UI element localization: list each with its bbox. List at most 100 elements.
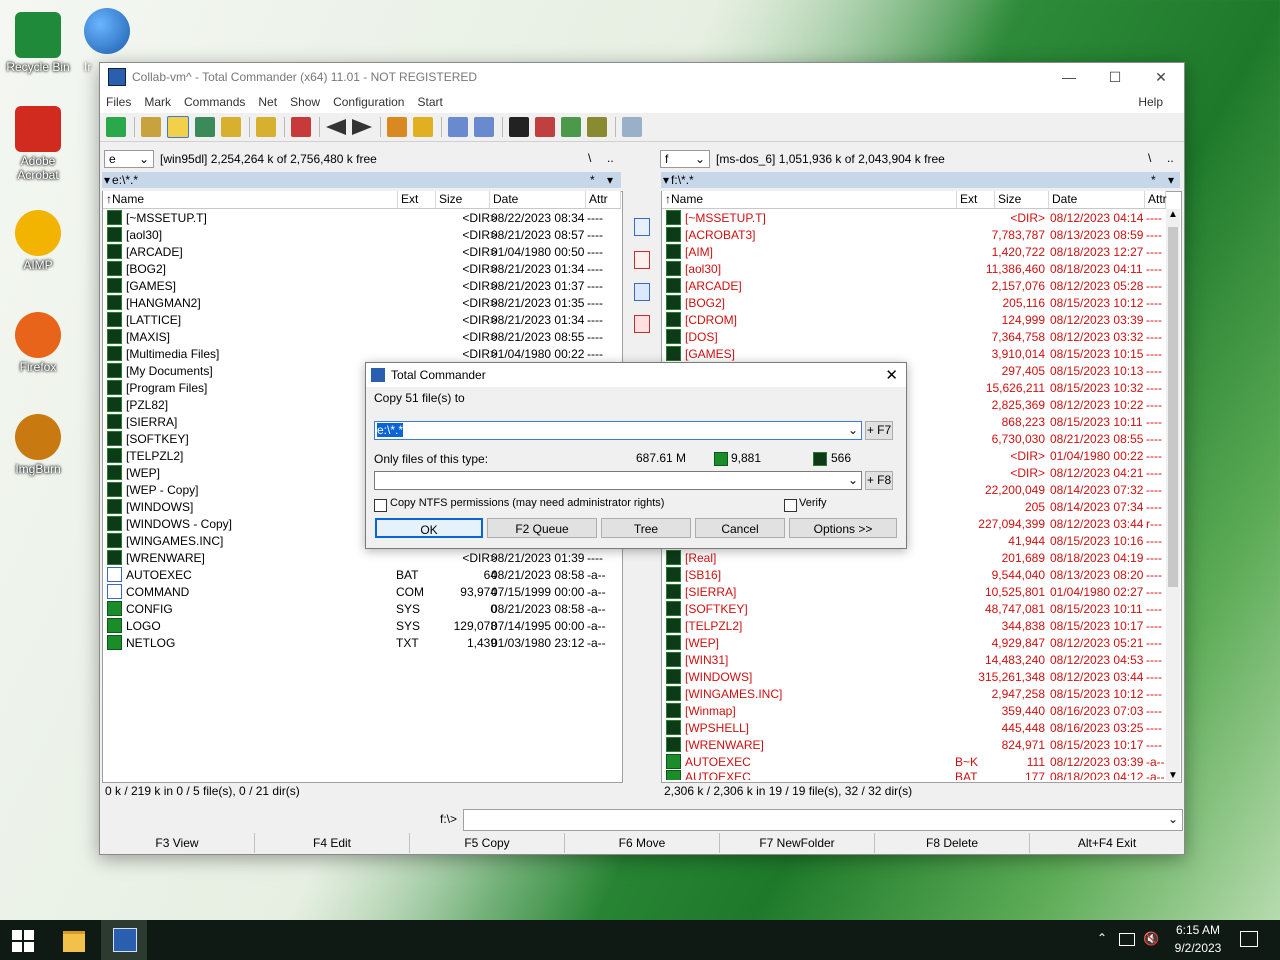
- table-row[interactable]: [Winmap] 359,440 08/16/2023 07:03 ----: [662, 702, 1166, 719]
- refresh-icon[interactable]: [106, 117, 126, 137]
- table-row[interactable]: NETLOG TXT 1,439 01/03/1980 23:12 -a--: [103, 634, 621, 651]
- plus-f7-button[interactable]: + F7: [865, 421, 893, 440]
- table-row[interactable]: [WRENWARE] <DIR> 08/21/2023 01:39 ----: [103, 549, 621, 566]
- table-row[interactable]: [HANGMAN2] <DIR> 08/21/2023 01:35 ----: [103, 294, 621, 311]
- binoculars-icon[interactable]: [509, 117, 529, 137]
- table-row[interactable]: [GAMES] 3,910,014 08/15/2023 10:15 ----: [662, 345, 1166, 362]
- chevron-up-icon[interactable]: ⌃: [1097, 931, 1107, 945]
- table-row[interactable]: [WPSHELL] 445,448 08/16/2023 03:25 ----: [662, 719, 1166, 736]
- table-row[interactable]: [ACROBAT3] 7,783,787 08/13/2023 08:59 ----: [662, 226, 1166, 243]
- dialog-title-bar[interactable]: Total Commander ✕: [366, 363, 906, 387]
- table-row[interactable]: [~MSSETUP.T] <DIR> 08/12/2023 04:14 ----: [662, 209, 1166, 226]
- command-line-input[interactable]: ⌄: [463, 809, 1183, 831]
- menu-help[interactable]: Help: [1138, 95, 1163, 109]
- move-file-icon[interactable]: [634, 315, 650, 333]
- title-bar[interactable]: Collab-vm^ - Total Commander (x64) 11.01…: [100, 63, 1184, 91]
- desktop-icon-2[interactable]: AIMP: [0, 210, 76, 272]
- chevron-down-icon[interactable]: ⌄: [848, 423, 858, 437]
- f7-newfolder-button[interactable]: F7 NewFolder: [720, 833, 875, 853]
- chevron-down-icon[interactable]: ⌄: [848, 473, 858, 487]
- edit-file-icon[interactable]: [634, 251, 650, 269]
- table-row[interactable]: [ARCADE] 2,157,076 08/12/2023 05:28 ----: [662, 277, 1166, 294]
- right-col-ext[interactable]: Ext: [957, 191, 995, 208]
- volume-muted-icon[interactable]: 🔇: [1143, 931, 1159, 947]
- right-col-name[interactable]: ↑Name: [662, 191, 957, 208]
- target-path-input[interactable]: e:\*.* ⌄: [374, 421, 862, 440]
- scroll-thumb[interactable]: [1168, 227, 1178, 587]
- f6-move-button[interactable]: F6 Move: [565, 833, 720, 853]
- tree-button[interactable]: Tree: [601, 518, 691, 538]
- table-row[interactable]: [BOG2] 205,116 08/15/2023 10:12 ----: [662, 294, 1166, 311]
- table-row[interactable]: [CDROM] 124,999 08/12/2023 03:39 ----: [662, 311, 1166, 328]
- table-row[interactable]: CONFIG SYS 0 08/21/2023 08:58 -a--: [103, 600, 621, 617]
- table-row[interactable]: [WEP] 4,929,847 08/12/2023 05:21 ----: [662, 634, 1166, 651]
- ftp-icon[interactable]: [448, 117, 468, 137]
- right-scrollbar[interactable]: ▲ ▼: [1166, 209, 1180, 781]
- multi-rename-icon[interactable]: [535, 117, 555, 137]
- copy-dialog[interactable]: Total Commander ✕ Copy 51 file(s) to e:\…: [365, 362, 907, 549]
- dialog-close-icon[interactable]: ✕: [885, 366, 898, 384]
- menu-configuration[interactable]: Configuration: [333, 95, 404, 109]
- pack-icon[interactable]: [387, 117, 407, 137]
- table-row[interactable]: [LATTICE] <DIR> 08/21/2023 01:34 ----: [103, 311, 621, 328]
- network-icon[interactable]: [1119, 933, 1135, 946]
- table-row[interactable]: AUTOEXEC BAT 177 08/18/2023 04:12 -a--: [662, 770, 1166, 780]
- plus-f8-button[interactable]: + F8: [865, 471, 893, 490]
- table-row[interactable]: [SB16] 9,544,040 08/13/2023 08:20 ----: [662, 566, 1166, 583]
- url-icon[interactable]: [474, 117, 494, 137]
- right-root-button[interactable]: \: [1148, 151, 1151, 165]
- left-col-date[interactable]: Date: [490, 191, 586, 208]
- right-history-icon[interactable]: ▾: [1168, 173, 1174, 187]
- clock-time[interactable]: 6:15 AM: [1173, 923, 1223, 937]
- ntfs-checkbox[interactable]: [374, 499, 387, 512]
- left-drive-select[interactable]: e ⌄: [104, 150, 154, 168]
- left-history-icon[interactable]: ▾: [607, 173, 613, 187]
- f2-queue-button[interactable]: F2 Queue: [487, 518, 597, 538]
- right-up-button[interactable]: ..: [1167, 151, 1174, 165]
- right-col-date[interactable]: Date: [1049, 191, 1145, 208]
- minimize-button[interactable]: —: [1046, 63, 1092, 91]
- thumbnail-view-icon[interactable]: [195, 117, 215, 137]
- table-row[interactable]: [Real] 201,689 08/18/2023 04:19 ----: [662, 549, 1166, 566]
- f8-delete-button[interactable]: F8 Delete: [875, 833, 1030, 853]
- tree-view-icon[interactable]: [221, 117, 241, 137]
- close-button[interactable]: ✕: [1138, 63, 1184, 91]
- total-commander-taskbar-button[interactable]: [101, 920, 147, 960]
- table-row[interactable]: [~MSSETUP.T] <DIR> 08/22/2023 08:34 ----: [103, 209, 621, 226]
- desktop-icon-0[interactable]: Recycle Bin: [0, 12, 76, 74]
- full-view-icon[interactable]: [167, 116, 189, 138]
- file-explorer-icon[interactable]: [63, 931, 85, 952]
- maximize-button[interactable]: ☐: [1092, 63, 1138, 91]
- start-button[interactable]: [12, 930, 34, 952]
- table-row[interactable]: [AIM] 1,420,722 08/18/2023 12:27 ----: [662, 243, 1166, 260]
- scroll-down-icon[interactable]: ▼: [1166, 770, 1180, 781]
- menu-show[interactable]: Show: [290, 95, 320, 109]
- unpack-icon[interactable]: [413, 117, 433, 137]
- left-col-ext[interactable]: Ext: [398, 191, 436, 208]
- right-col-attr[interactable]: Attr: [1145, 191, 1167, 208]
- left-path-bar[interactable]: ▾ e:\*.* * ▾: [102, 172, 621, 188]
- right-filter[interactable]: *: [1151, 173, 1156, 187]
- options-button[interactable]: Options >>: [789, 518, 897, 538]
- left-col-attr[interactable]: Attr: [586, 191, 621, 208]
- desktop-icon-3[interactable]: Firefox: [0, 312, 76, 374]
- clock-date[interactable]: 9/2/2023: [1173, 941, 1223, 955]
- select-icon[interactable]: [291, 117, 311, 137]
- table-row[interactable]: [SIERRA] 10,525,801 01/04/1980 02:27 ----: [662, 583, 1166, 600]
- menu-mark[interactable]: Mark: [144, 95, 171, 109]
- table-row[interactable]: [ARCADE] <DIR> 01/04/1980 00:50 ----: [103, 243, 621, 260]
- copy-names-icon[interactable]: [587, 117, 607, 137]
- table-row[interactable]: [MAXIS] <DIR> 08/21/2023 08:55 ----: [103, 328, 621, 345]
- forward-arrow-icon[interactable]: [352, 119, 372, 135]
- table-row[interactable]: AUTOEXEC BAT 64 08/21/2023 08:58 -a--: [103, 566, 621, 583]
- table-row[interactable]: [WIN31] 14,483,240 08/12/2023 04:53 ----: [662, 651, 1166, 668]
- table-row[interactable]: LOGO SYS 129,078 07/14/1995 00:00 -a--: [103, 617, 621, 634]
- desktop-icon-1[interactable]: Adobe Acrobat: [0, 106, 76, 182]
- desktop-icon-4[interactable]: ImgBurn: [0, 414, 76, 476]
- f5-copy-button[interactable]: F5 Copy: [410, 833, 565, 853]
- right-drive-select[interactable]: f ⌄: [660, 150, 710, 168]
- sync-dirs-icon[interactable]: [561, 117, 581, 137]
- left-col-name[interactable]: ↑Name: [103, 191, 398, 208]
- table-row[interactable]: [BOG2] <DIR> 08/21/2023 01:34 ----: [103, 260, 621, 277]
- file-type-input[interactable]: ⌄: [374, 471, 862, 490]
